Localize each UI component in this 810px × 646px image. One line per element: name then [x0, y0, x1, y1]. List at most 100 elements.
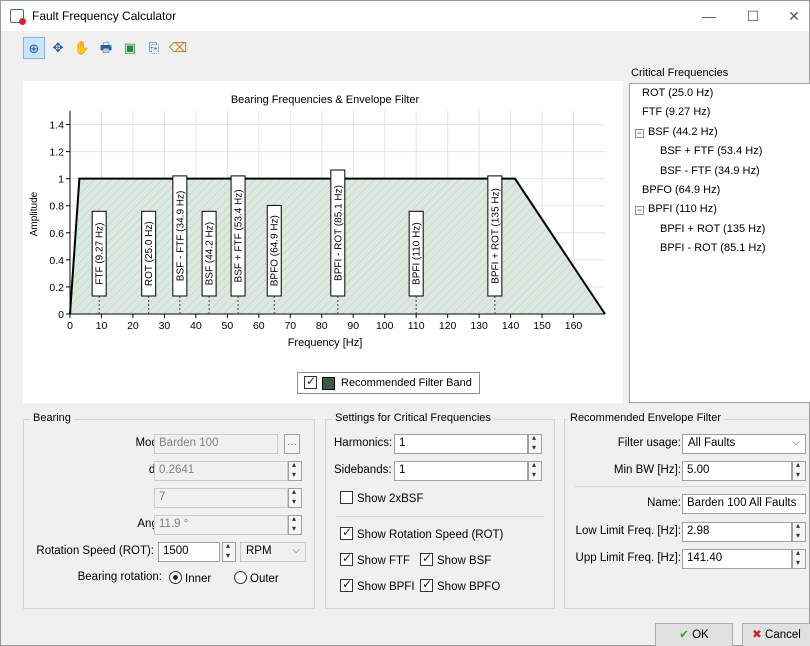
fault-frequency-window: Fault Frequency Calculator — ☐ ✕ ⊕ ✥ ✋ 🖶…	[0, 0, 810, 646]
filter-usage-select[interactable]: All Faults ⌵	[682, 434, 806, 454]
maximize-button[interactable]: ☐	[738, 5, 768, 27]
chevron-down-icon: ⌵	[292, 545, 300, 556]
y-tick-label: 0.8	[49, 201, 64, 213]
x-tick-label: 30	[159, 320, 171, 332]
upp-limit-label: Upp Limit Freq. [Hz]:	[575, 552, 681, 564]
bearing-rotation-label: Bearing rotation:	[77, 571, 162, 583]
critical-frequencies-header: Critical Frequencies	[631, 67, 729, 79]
dd-spinner[interactable]	[288, 460, 302, 481]
y-tick-label: 1.2	[49, 147, 64, 159]
tree-item[interactable]: BPFI - ROT (85.1 Hz)	[660, 242, 766, 254]
z-spinner[interactable]	[288, 487, 302, 508]
y-tick-label: 0	[58, 309, 64, 321]
upp-limit-spinner[interactable]	[792, 548, 806, 569]
tree-item[interactable]: ROT (25.0 Hz)	[642, 87, 713, 99]
tree-item[interactable]: BSF (44.2 Hz)	[648, 126, 718, 138]
minimize-button[interactable]: —	[694, 5, 724, 27]
x-tick-label: 60	[253, 320, 265, 332]
low-limit-label: Low Limit Freq. [Hz]:	[575, 525, 681, 537]
low-limit-field[interactable]: 2.98	[682, 522, 792, 542]
y-tick-label: 1.4	[49, 120, 64, 132]
x-tick-label: 20	[127, 320, 139, 332]
cancel-button[interactable]: ✖ Cancel	[742, 623, 810, 646]
rotation-speed-field[interactable]: 1500	[158, 542, 220, 562]
settings-group: Settings for Critical Frequencies Harmon…	[325, 412, 555, 609]
y-axis-label: Amplitude	[29, 191, 40, 236]
close-button[interactable]: ✕	[779, 5, 809, 27]
harmonics-field[interactable]: 1	[394, 434, 528, 454]
chart-title: Bearing Frequencies & Envelope Filter	[231, 94, 420, 106]
zoom-icon[interactable]: ⊕	[23, 37, 45, 59]
x-tick-label: 130	[470, 320, 488, 332]
low-limit-spinner[interactable]	[792, 521, 806, 542]
filter-usage-value: All Faults	[688, 437, 736, 449]
show-bsf-checkbox[interactable]: Show BSF	[420, 551, 491, 567]
pan-icon[interactable]: ✥	[47, 37, 69, 59]
frequency-marker-label: BSF - FTF (34.9 Hz)	[175, 191, 186, 282]
cancel-label: Cancel	[765, 629, 801, 641]
angle-spinner[interactable]	[288, 514, 302, 535]
envelope-filter-group: Recommended Envelope Filter Filter usage…	[564, 412, 809, 609]
rotation-unit-value: RPM	[246, 545, 272, 557]
tree-item[interactable]: BSF + FTF (53.4 Hz)	[660, 145, 762, 157]
ok-button[interactable]: ✔ OK	[655, 623, 733, 646]
dd-field[interactable]: 0.2641	[154, 461, 288, 481]
filter-name-label: Name:	[647, 497, 681, 509]
model-browse-button[interactable]: …	[284, 434, 300, 454]
filter-usage-label: Filter usage:	[617, 437, 681, 449]
clear-icon[interactable]: ⌫	[167, 37, 189, 59]
filter-separator	[575, 486, 805, 487]
frequency-marker-label: ROT (25.0 Hz)	[144, 221, 155, 286]
model-field[interactable]: Barden 100	[154, 434, 278, 454]
show-ftf-checkbox[interactable]: Show FTF	[340, 551, 410, 567]
export-icon[interactable]: ▣	[119, 37, 141, 59]
hand-icon[interactable]: ✋	[71, 37, 93, 59]
frequency-marker-label: BPFI (110 Hz)	[412, 222, 423, 285]
copy-icon[interactable]: ⎘	[143, 37, 165, 59]
rotation-speed-label: Rotation Speed (ROT):	[36, 545, 154, 557]
tree-collapse-icon[interactable]: −	[635, 128, 644, 138]
x-tick-label: 70	[284, 320, 296, 332]
x-tick-label: 100	[376, 320, 394, 332]
show-bpfi-checkbox[interactable]: Show BPFI	[340, 577, 415, 593]
envelope-filter-group-title: Recommended Envelope Filter	[567, 412, 725, 424]
show-bpfo-checkbox[interactable]: Show BPFO	[420, 577, 500, 593]
sidebands-field[interactable]: 1	[394, 461, 528, 481]
tree-item[interactable]: BPFI + ROT (135 Hz)	[660, 223, 765, 235]
x-tick-label: 160	[565, 320, 583, 332]
min-bw-spinner[interactable]	[792, 460, 806, 481]
bearing-frequency-chart: Bearing Frequencies & Envelope Filter 0 1…	[29, 94, 606, 349]
min-bw-field[interactable]: 5.00	[682, 461, 792, 481]
window-title: Fault Frequency Calculator	[32, 9, 177, 23]
tree-item[interactable]: BPFI (110 Hz)	[648, 203, 717, 215]
bearing-group: Bearing Model: Barden 100 … d/D: 0.2641 …	[23, 412, 315, 609]
tree-item[interactable]: BPFO (64.9 Hz)	[642, 184, 720, 196]
frequency-marker-label: BPFO (64.9 Hz)	[270, 215, 281, 286]
show-rot-checkbox[interactable]: Show Rotation Speed (ROT)	[340, 525, 503, 541]
bearing-group-title: Bearing	[30, 412, 74, 424]
outer-radio[interactable]: Outer	[234, 571, 279, 585]
harmonics-label: Harmonics:	[334, 437, 393, 449]
print-icon[interactable]: 🖶	[95, 37, 117, 59]
rotation-unit-select[interactable]: RPM ⌵	[240, 542, 306, 562]
x-axis-label: Frequency [Hz]	[288, 337, 363, 349]
x-tick-label: 110	[408, 320, 425, 332]
z-field[interactable]: 7	[154, 488, 288, 508]
tree-item[interactable]: FTF (9.27 Hz)	[642, 106, 710, 118]
tree-item[interactable]: BSF - FTF (34.9 Hz)	[660, 165, 760, 177]
angle-field[interactable]: 11.9 °	[154, 515, 288, 535]
rotation-speed-spinner[interactable]	[222, 541, 236, 562]
tree-collapse-icon[interactable]: −	[635, 206, 644, 216]
upp-limit-field[interactable]: 141.40	[682, 549, 792, 569]
filter-name-field[interactable]: Barden 100 All Faults	[682, 494, 806, 514]
settings-separator	[336, 516, 544, 517]
critical-frequencies-panel: Critical Frequencies ROT (25.0 Hz) FTF (9…	[629, 61, 810, 403]
harmonics-spinner[interactable]	[528, 433, 542, 454]
filter-band-legend-swatch	[322, 377, 335, 390]
sidebands-spinner[interactable]	[528, 460, 542, 481]
filter-band-legend-toggle[interactable]	[304, 374, 321, 390]
chart-area: Bearing Frequencies & Envelope Filter 0 1…	[23, 81, 623, 403]
frequency-marker-label: BPFI + ROT (135 Hz)	[490, 188, 501, 284]
inner-radio[interactable]: Inner	[169, 571, 211, 585]
show-2xbsf-checkbox[interactable]: Show 2xBSF	[340, 491, 423, 505]
